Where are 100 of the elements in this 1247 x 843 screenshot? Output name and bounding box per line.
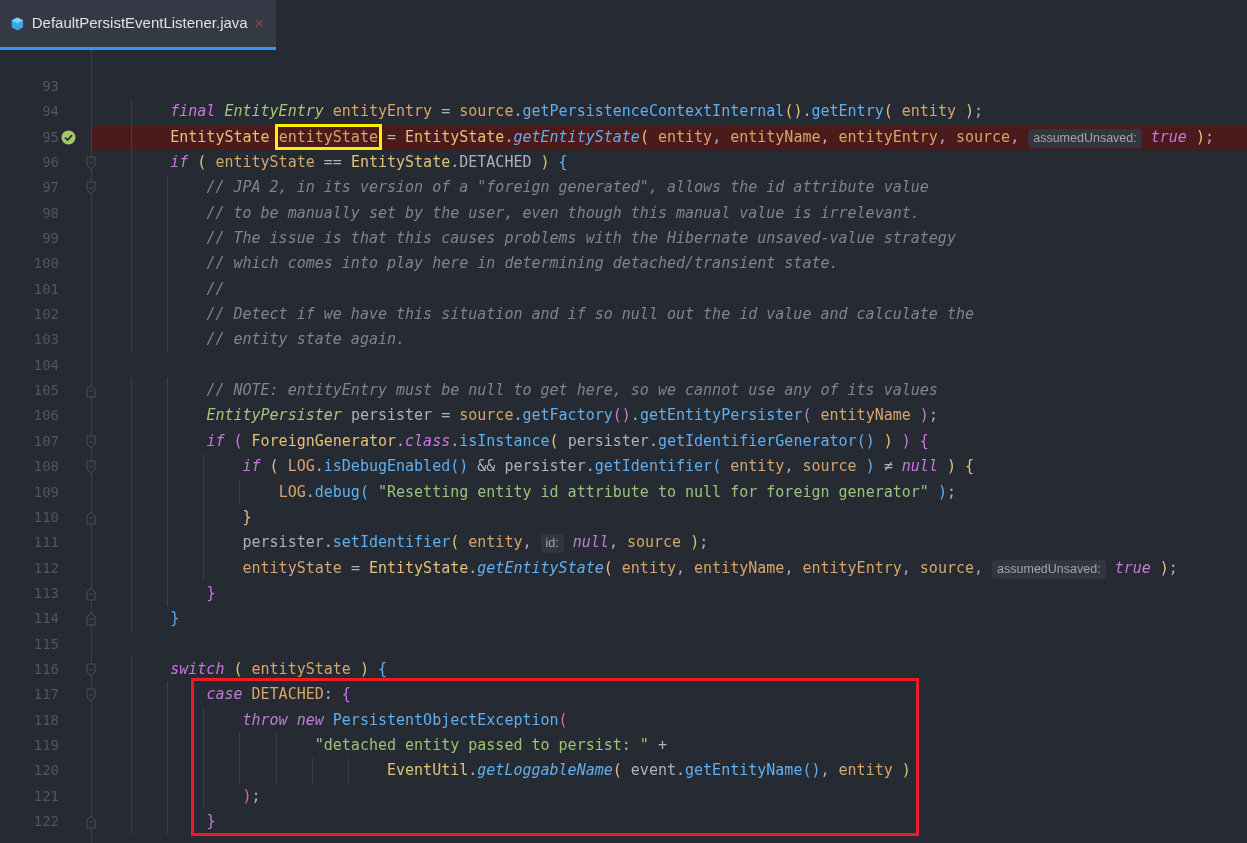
code-token: persister =: [350, 406, 452, 425]
code-token: .: [450, 431, 460, 450]
code-token: entityState: [242, 558, 342, 577]
fold-marker-icon[interactable]: [86, 662, 96, 677]
code-token: null: [901, 457, 939, 476]
code-token: getEntry: [811, 102, 884, 121]
code-token: EntityState: [368, 558, 469, 577]
code-token: getLoggableName: [477, 761, 613, 780]
code-comment: // The issue is that this causes problems with the Hibernate unsaved-value strategy: [206, 229, 956, 248]
code-token: (): [784, 102, 803, 121]
code-comment: // to be manually set by the user, even though this manual value is irrelevant.: [206, 203, 920, 222]
code-token: (: [612, 761, 623, 780]
code-token: ;: [699, 533, 709, 552]
code-token: (: [359, 482, 370, 501]
code-token: .: [396, 431, 406, 450]
code-token: =: [350, 558, 361, 577]
fold-marker-icon[interactable]: [86, 181, 96, 196]
code-token: class: [405, 431, 451, 450]
code-token: ,: [820, 127, 831, 146]
parameter-hint: assumedUnsaved:: [1028, 128, 1142, 148]
code-token: (: [883, 102, 894, 121]
code-token: entity: [657, 127, 713, 146]
code-token: (: [450, 533, 461, 552]
code-token: entityState: [215, 153, 315, 172]
fold-marker-icon[interactable]: [86, 586, 96, 601]
code-token: source: [955, 127, 1011, 146]
code-token: getEntityName: [685, 761, 803, 780]
check-icon[interactable]: [61, 129, 76, 145]
code-token: ): [242, 786, 252, 805]
file-tab[interactable]: DefaultPersistEventListener.java ×: [0, 0, 276, 50]
fold-marker-icon[interactable]: [86, 510, 96, 525]
code-token: (: [558, 710, 568, 729]
code-token: DETACHED: [251, 685, 324, 704]
code-token: entityName: [820, 406, 912, 425]
code-token: (: [802, 406, 813, 425]
code-token: entity: [901, 102, 957, 121]
fold-marker-icon[interactable]: [86, 688, 96, 703]
code-comment: // JPA 2, in its version of a "foreign generated", allows the id attribute value: [206, 178, 929, 197]
code-token: entityEntry: [838, 127, 938, 146]
code-token: }: [242, 507, 252, 526]
code-token: if: [170, 153, 190, 172]
code-token: ;: [928, 406, 938, 425]
code-token: ForeignGenerator: [251, 431, 397, 450]
code-token: EntityState: [350, 153, 451, 172]
code-token: {: [377, 659, 387, 678]
fold-marker-icon[interactable]: [86, 814, 96, 829]
code-token: .: [468, 558, 478, 577]
code-token: .: [305, 482, 315, 501]
code-token: event.: [630, 761, 685, 780]
code-token: ): [883, 431, 893, 450]
code-token: .DETACHED: [450, 153, 533, 172]
fold-marker-icon[interactable]: [86, 156, 96, 171]
code-token: }: [170, 609, 180, 628]
code-token: getFactory: [522, 406, 613, 425]
code-token: isDebugEnabled: [323, 457, 451, 476]
code-token: =: [387, 127, 398, 146]
code-token: ): [359, 659, 369, 678]
code-token: EventUtil: [387, 761, 469, 780]
code-token: ,: [712, 127, 723, 146]
code-token: ): [937, 482, 947, 501]
code-token: PersistentObjectException: [332, 710, 559, 729]
code-token: }: [206, 583, 216, 602]
code-token: EntityState: [405, 127, 505, 146]
code-token: ≠: [883, 457, 894, 476]
code-token: case: [206, 685, 244, 704]
code-token: ,: [676, 558, 687, 577]
code-token: ;: [251, 786, 261, 805]
code-token: throw new: [242, 710, 326, 729]
code-token: ): [1195, 127, 1205, 146]
tab-title: DefaultPersistEventListener.java: [31, 13, 248, 34]
code-token: true: [1150, 127, 1188, 146]
code-token: ,: [522, 533, 533, 552]
code-token: entityEntry: [802, 558, 902, 577]
code-token: ,: [937, 127, 948, 146]
fold-marker-icon[interactable]: [86, 460, 96, 475]
code-token: ): [540, 153, 550, 172]
fold-marker-icon[interactable]: [86, 612, 96, 627]
code-token: debug: [314, 482, 360, 501]
code-token: .: [802, 102, 812, 121]
code-token: LOG: [278, 482, 306, 501]
code-token: (: [233, 659, 244, 678]
code-token: ;: [1168, 558, 1178, 577]
code-token: entityName: [694, 558, 785, 577]
code-token: final: [170, 102, 217, 121]
code-token: .: [314, 457, 324, 476]
code-comment: // which comes into play here in determining detached/transient state.: [206, 254, 839, 273]
fold-marker-icon[interactable]: [86, 384, 96, 399]
code-token: ,: [784, 558, 795, 577]
code-token: (: [269, 457, 280, 476]
code-token: EntityState: [170, 127, 271, 146]
code-token: {: [341, 685, 351, 704]
code-token: ,: [608, 533, 619, 552]
code-token: =: [441, 102, 452, 121]
code-token: (: [603, 558, 614, 577]
code-token: persister.: [242, 533, 333, 552]
code-token: ): [1159, 558, 1169, 577]
fold-marker-icon[interactable]: [86, 434, 96, 449]
code-comment: // Detect if we have this situation and if so null out the id value and calculate the: [206, 305, 974, 324]
code-token: (: [639, 127, 650, 146]
code-token: (: [549, 431, 560, 450]
